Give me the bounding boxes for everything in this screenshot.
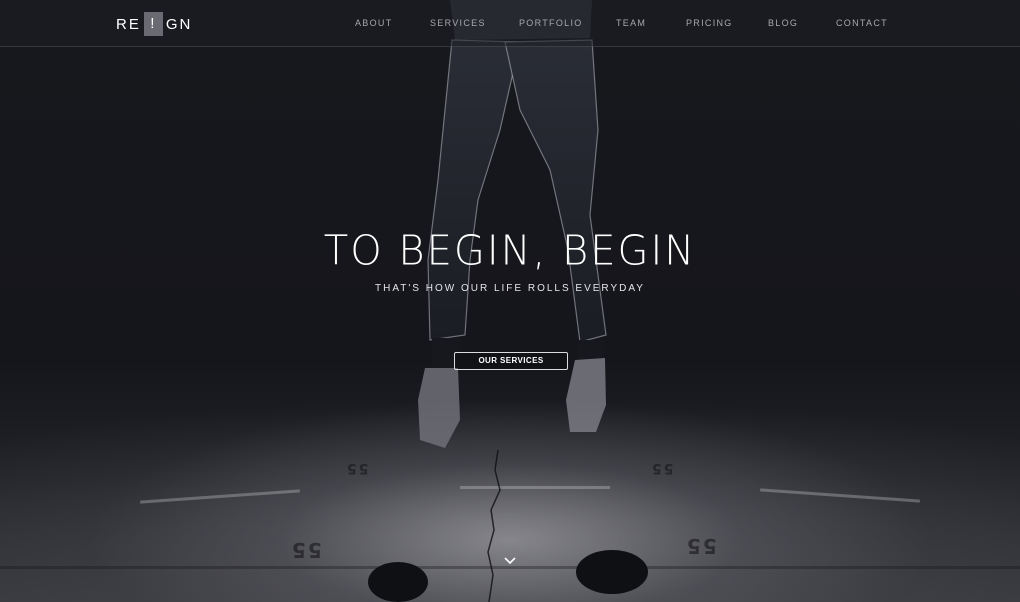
nav-link-about[interactable]: ABOUT	[355, 18, 393, 28]
jumping-person-photo	[368, 0, 648, 602]
nav-link-blog[interactable]: BLOG	[768, 18, 798, 28]
hero-title: TO BEGIN, BEGIN	[323, 227, 697, 275]
nav-link-pricing[interactable]: PRICING	[686, 18, 733, 28]
nav-link-services[interactable]: SERVICES	[430, 18, 486, 28]
our-services-button[interactable]: OUR SERVICES	[454, 352, 568, 370]
nav-link-team[interactable]: TEAM	[616, 18, 646, 28]
nav-link-contact[interactable]: CONTACT	[836, 18, 888, 28]
top-navigation-bar: RE ! GN ABOUT SERVICES PORTFOLIO TEAM PR…	[0, 0, 1020, 47]
main-nav: ABOUT SERVICES PORTFOLIO TEAM PRICING BL…	[0, 18, 1020, 30]
nav-link-portfolio[interactable]: PORTFOLIO	[519, 18, 583, 28]
hero-subtitle: THAT'S HOW OUR LIFE ROLLS EVERYDAY	[375, 283, 645, 294]
chevron-down-icon[interactable]	[503, 556, 517, 566]
